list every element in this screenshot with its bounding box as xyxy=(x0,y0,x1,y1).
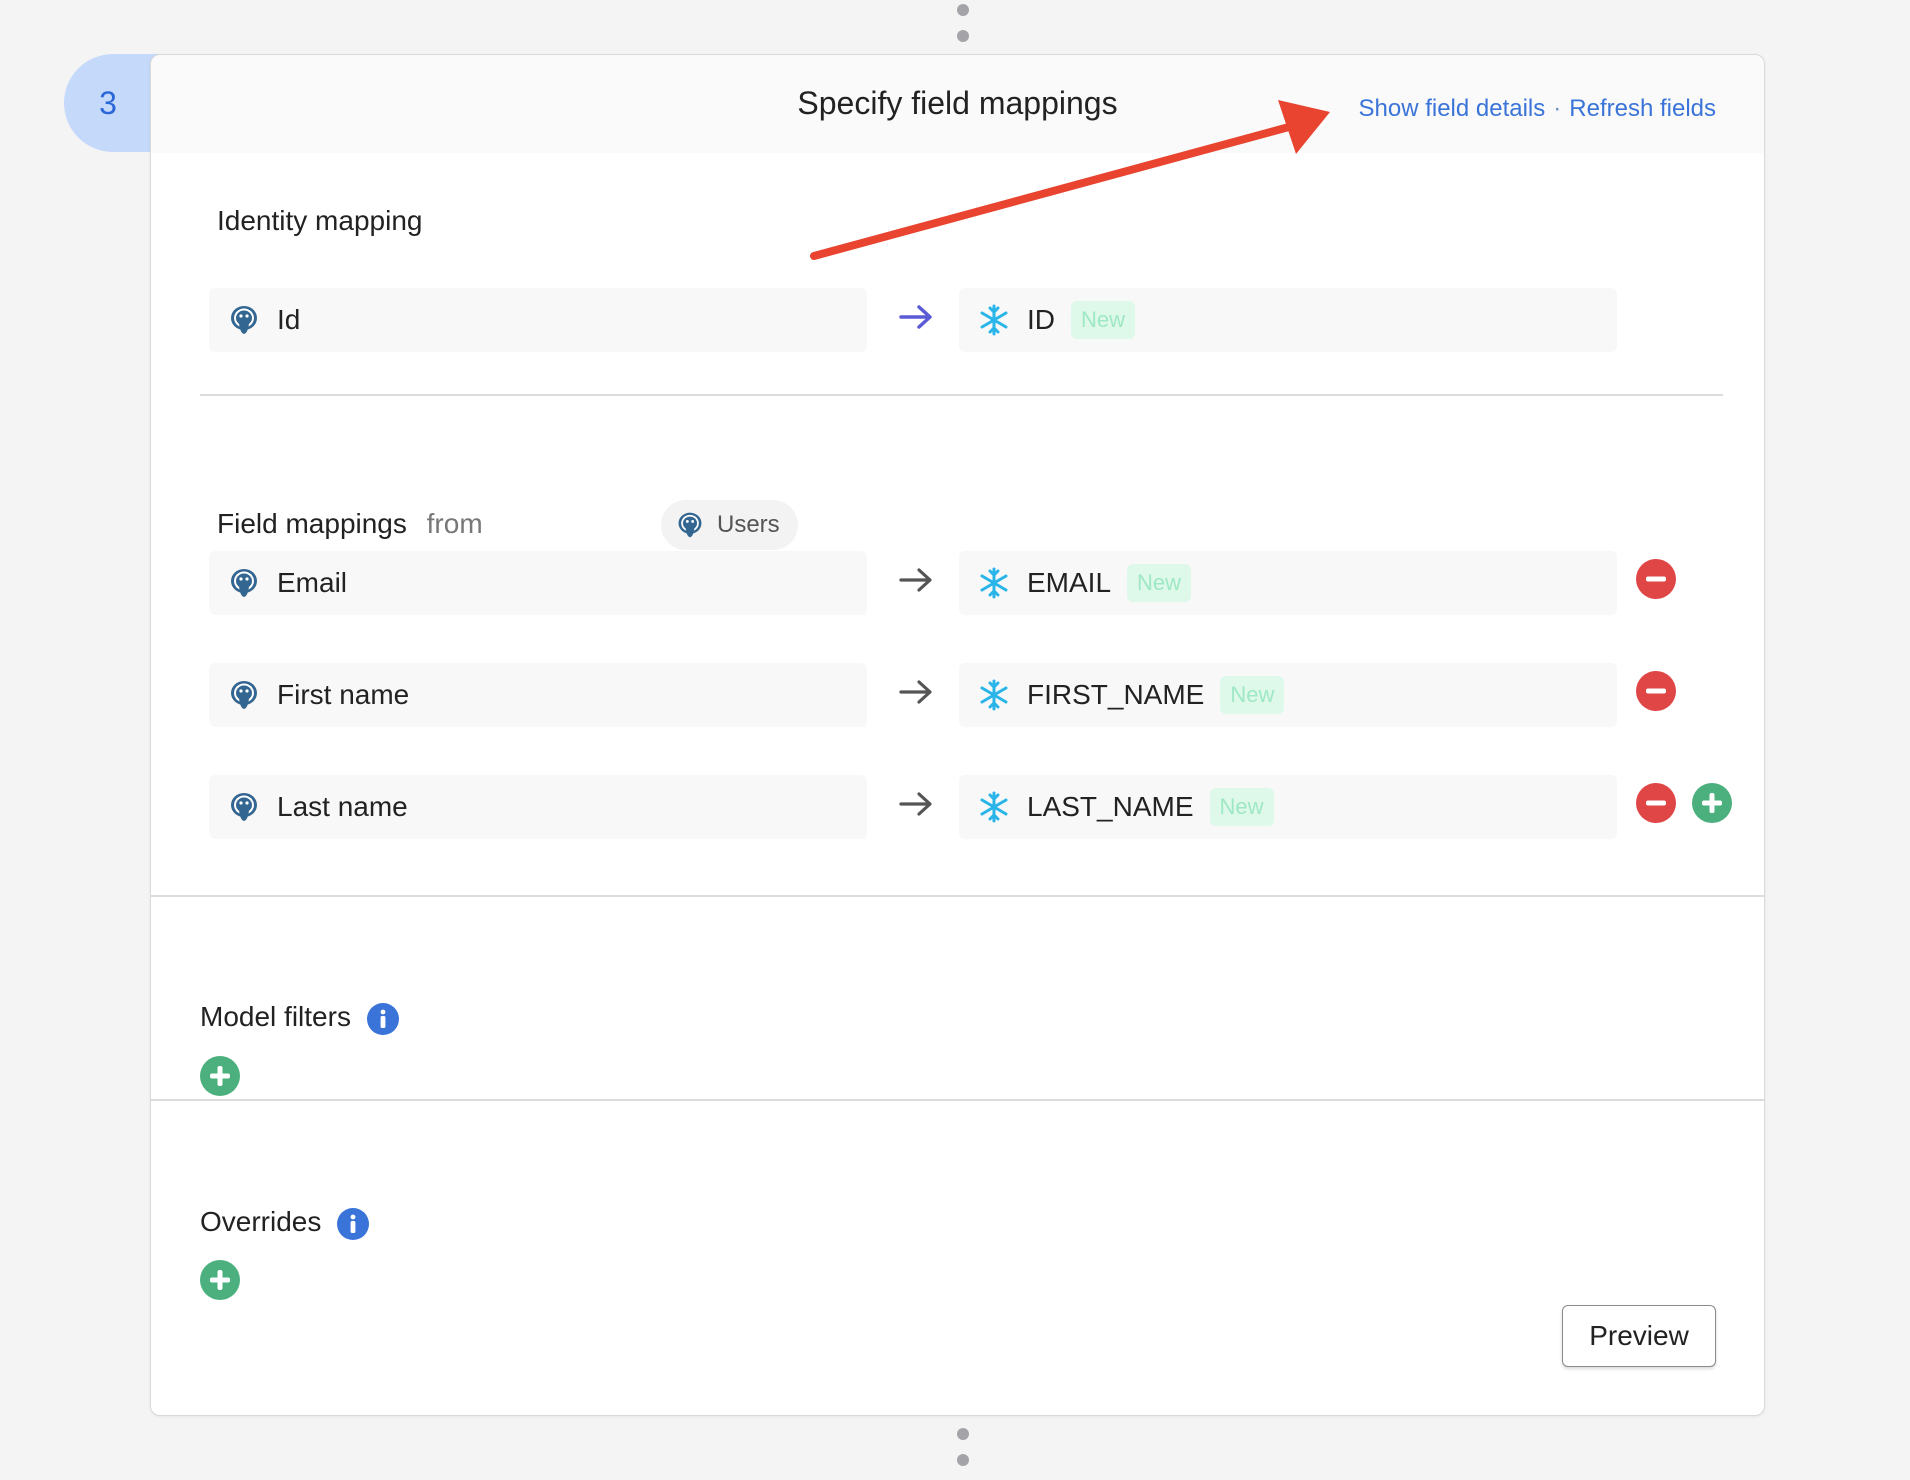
overrides-label: Overrides xyxy=(200,1206,322,1237)
refresh-fields-link[interactable]: Refresh fields xyxy=(1569,95,1716,122)
postgres-icon xyxy=(231,569,257,597)
identity-source-label: Id xyxy=(277,304,301,335)
mapping-arrow-icon xyxy=(899,568,932,592)
new-badge: New xyxy=(1220,676,1285,714)
header-links: Show field details · Refresh fields xyxy=(1358,95,1716,123)
mapping-dest-label: FIRST_NAME xyxy=(1027,679,1205,710)
show-field-details-link[interactable]: Show field details xyxy=(1358,95,1545,122)
postgres-icon xyxy=(231,681,257,709)
info-icon[interactable] xyxy=(366,1002,399,1035)
remove-mapping-button[interactable] xyxy=(1636,783,1676,823)
mappings-divider xyxy=(151,895,1764,897)
mapping-source-label: First name xyxy=(277,679,410,710)
identity-mapping-heading: Identity mapping xyxy=(217,205,423,236)
link-separator: · xyxy=(1553,95,1562,122)
card-header: Specify field mappings Show field detail… xyxy=(151,55,1764,153)
new-badge: New xyxy=(1071,301,1136,339)
postgres-icon xyxy=(678,512,702,538)
plus-circle-icon xyxy=(1692,783,1732,823)
connector-dot-bottom-1 xyxy=(957,1428,969,1440)
mapping-source-label: Last name xyxy=(277,791,408,822)
source-model-name: Users xyxy=(717,511,780,538)
new-badge: New xyxy=(1209,788,1274,826)
field-mappings-heading: Field mappings from xyxy=(217,508,483,540)
mapping-arrow-icon xyxy=(899,680,932,704)
mapping-source-field[interactable]: First name xyxy=(209,663,867,727)
info-icon[interactable] xyxy=(337,1207,370,1240)
model-filters-label: Model filters xyxy=(200,1001,351,1032)
plus-circle-icon xyxy=(200,1260,240,1300)
snowflake-icon xyxy=(980,304,1008,336)
mapping-dest-field[interactable]: EMAIL New xyxy=(959,551,1617,615)
postgres-icon xyxy=(231,306,257,334)
snowflake-icon xyxy=(980,679,1008,711)
mapping-dest-label: EMAIL xyxy=(1027,567,1112,598)
from-label: from xyxy=(426,508,483,539)
identity-divider xyxy=(200,394,1723,396)
field-mappings-label: Field mappings xyxy=(217,508,407,539)
minus-circle-icon xyxy=(1636,559,1676,599)
connector-dot-top-1 xyxy=(957,4,969,16)
add-mapping-button[interactable] xyxy=(1692,783,1732,823)
postgres-icon xyxy=(231,793,257,821)
remove-mapping-button[interactable] xyxy=(1636,559,1676,599)
mapping-source-label: Email xyxy=(277,567,348,598)
identity-arrow-icon xyxy=(899,305,932,329)
snowflake-icon xyxy=(980,791,1008,823)
mapping-source-field[interactable]: Last name xyxy=(209,775,867,839)
minus-circle-icon xyxy=(1636,783,1676,823)
snowflake-icon xyxy=(980,567,1008,599)
mapping-source-field[interactable]: Email xyxy=(209,551,867,615)
mapping-dest-field[interactable]: LAST_NAME New xyxy=(959,775,1617,839)
remove-mapping-button[interactable] xyxy=(1636,671,1676,711)
connector-dot-top-2 xyxy=(957,30,969,42)
filters-divider xyxy=(151,1099,1764,1101)
mapping-arrow-icon xyxy=(899,792,932,816)
add-override-button[interactable] xyxy=(200,1260,240,1300)
plus-circle-icon xyxy=(200,1056,240,1096)
connector-dot-bottom-2 xyxy=(957,1454,969,1466)
mapping-dest-label: LAST_NAME xyxy=(1027,791,1194,822)
minus-circle-icon xyxy=(1636,671,1676,711)
field-mapping-card: Specify field mappings Show field detail… xyxy=(150,54,1765,1416)
overrides-heading: Overrides xyxy=(200,1206,370,1240)
source-model-chip[interactable]: Users xyxy=(661,500,798,550)
identity-dest-label: ID xyxy=(1027,304,1055,335)
model-filters-heading: Model filters xyxy=(200,1001,399,1035)
add-filter-button[interactable] xyxy=(200,1056,240,1096)
mapping-dest-field[interactable]: FIRST_NAME New xyxy=(959,663,1617,727)
new-badge: New xyxy=(1127,564,1192,602)
identity-source-field[interactable]: Id xyxy=(209,288,867,352)
preview-button[interactable]: Preview xyxy=(1562,1305,1716,1367)
identity-dest-field[interactable]: ID New xyxy=(959,288,1617,352)
